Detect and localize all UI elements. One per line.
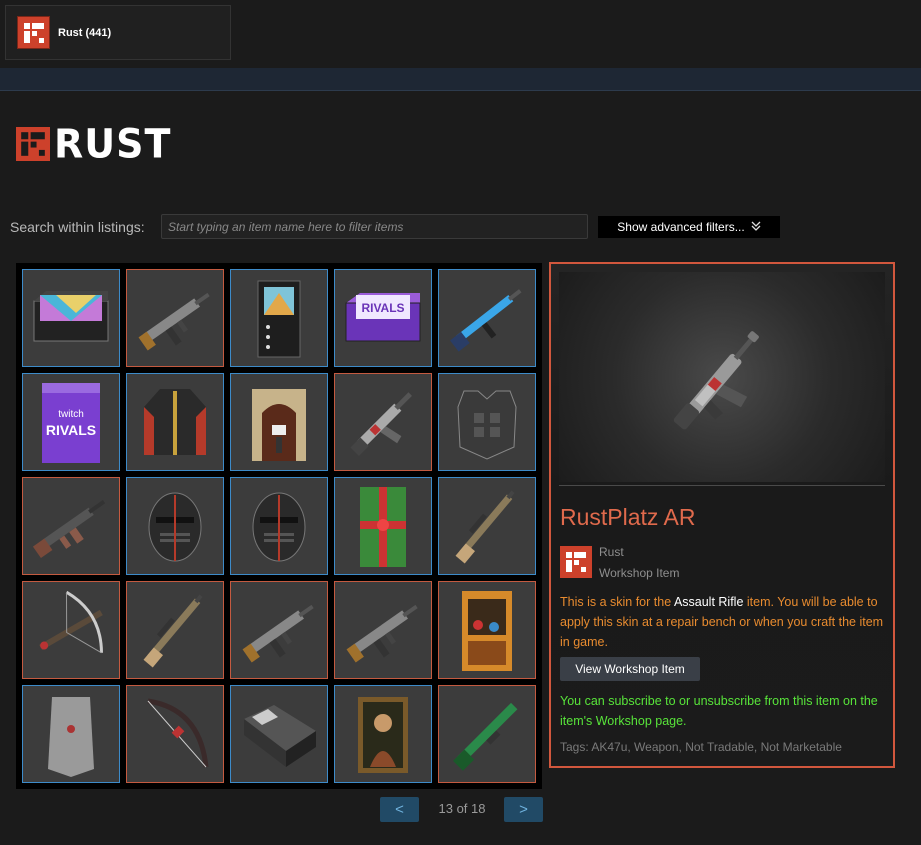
- inventory-item-18[interactable]: [230, 581, 328, 679]
- vending-machine-icon: [257, 280, 301, 358]
- inventory-item-17[interactable]: [126, 581, 224, 679]
- shotgun-icon: [453, 702, 518, 771]
- bolt-rifle-icon: [455, 490, 515, 564]
- advanced-filters-label: Show advanced filters...: [617, 220, 745, 234]
- bolt-rifle-icon: [143, 594, 203, 668]
- advanced-filters-button[interactable]: Show advanced filters...: [598, 216, 780, 238]
- item-type: Workshop Item: [599, 566, 680, 580]
- inventory-item-20[interactable]: [438, 581, 536, 679]
- next-page-button[interactable]: >: [504, 797, 543, 822]
- pagination: < 13 of 18 >: [380, 797, 543, 822]
- arch-door-icon: [252, 389, 306, 461]
- inventory-item-12[interactable]: [126, 477, 224, 575]
- divider: [559, 485, 885, 486]
- storage-box-icon: [33, 291, 109, 342]
- painting-icon: [358, 697, 408, 773]
- game-tab-label: Rust (441): [58, 26, 112, 39]
- item-preview-image: [559, 272, 885, 482]
- inventory-item-13[interactable]: [230, 477, 328, 575]
- gift-door-icon: [360, 487, 406, 567]
- inventory-item-5[interactable]: [438, 269, 536, 367]
- inventory-item-21[interactable]: [22, 685, 120, 783]
- inventory-item-8[interactable]: [230, 373, 328, 471]
- inventory-item-22[interactable]: [126, 685, 224, 783]
- assault-rifle-preview-icon: [673, 331, 759, 430]
- bow-icon: [147, 698, 209, 768]
- inventory-item-11[interactable]: [22, 477, 120, 575]
- smg-icon: [242, 604, 314, 663]
- page-indicator: 13 of 18: [438, 801, 486, 816]
- desc-prefix: This is a skin for the: [560, 595, 674, 609]
- claw-machine-icon: [462, 591, 512, 671]
- item-title: RustPlatz AR: [560, 504, 696, 530]
- rivals-box-icon: RIVALS: [345, 293, 421, 342]
- desc-item-name: Assault Rifle: [673, 595, 744, 609]
- inventory-item-25[interactable]: [438, 685, 536, 783]
- double-chevron-down-icon: [751, 220, 761, 234]
- jacket-icon: [144, 389, 206, 455]
- rust-game-icon: [17, 16, 50, 49]
- rust-logo: RUST: [16, 120, 172, 168]
- inventory-item-10[interactable]: [438, 373, 536, 471]
- rust-logo-text: RUST: [54, 120, 172, 168]
- inventory-item-2[interactable]: [126, 269, 224, 367]
- metal-facemask-icon: [252, 492, 306, 562]
- item-detail-panel: RustPlatz AR Rust Workshop Item This is …: [549, 262, 895, 768]
- cloth-sheet-icon: [48, 697, 94, 777]
- inventory-item-9[interactable]: [334, 373, 432, 471]
- game-tab-rust[interactable]: Rust (441): [5, 5, 231, 60]
- search-input[interactable]: Start typing an item name here to filter…: [161, 214, 588, 239]
- view-workshop-item-button[interactable]: View Workshop Item: [560, 657, 700, 681]
- twitch-rivals-banner-icon: twitch RIVALS: [42, 383, 100, 463]
- item-game-name: Rust: [599, 545, 624, 559]
- assault-rifle-icon: [350, 392, 412, 456]
- search-label: Search within listings:: [10, 219, 145, 235]
- item-description: This is a skin for the Assault Rifle ite…: [560, 592, 890, 652]
- svg-text:RIVALS: RIVALS: [361, 301, 404, 315]
- smg-icon: [346, 604, 418, 663]
- rust-logo-mark-icon: [16, 127, 50, 161]
- thompson-icon: [32, 500, 106, 559]
- svg-text:twitch: twitch: [58, 409, 84, 420]
- inventory-item-24[interactable]: [334, 685, 432, 783]
- inventory-item-16[interactable]: [22, 581, 120, 679]
- item-tags: Tags: AK47u, Weapon, Not Tradable, Not M…: [560, 740, 842, 754]
- inventory-item-14[interactable]: [334, 477, 432, 575]
- rifle-icon: [450, 289, 522, 352]
- prev-page-button[interactable]: <: [380, 797, 419, 822]
- rust-game-icon: [560, 546, 592, 578]
- svg-text:RIVALS: RIVALS: [46, 422, 96, 438]
- subscribe-note: You can subscribe to or unsubscribe from…: [560, 694, 878, 728]
- inventory-item-3[interactable]: [230, 269, 328, 367]
- inventory-item-1[interactable]: [22, 269, 120, 367]
- nav-bar: [0, 68, 921, 91]
- smg-icon: [138, 292, 210, 351]
- inventory-item-23[interactable]: [230, 685, 328, 783]
- inventory-item-4[interactable]: RIVALS: [334, 269, 432, 367]
- metal-facemask-icon: [148, 492, 202, 562]
- inventory-item-6[interactable]: twitch RIVALS: [22, 373, 120, 471]
- chestplate-icon: [457, 390, 517, 460]
- bed-icon: [244, 705, 316, 767]
- inventory-item-15[interactable]: [438, 477, 536, 575]
- item-grid: RIVALS twitch RIVALS: [16, 263, 542, 789]
- inventory-item-7[interactable]: [126, 373, 224, 471]
- crossbow-icon: [39, 590, 103, 654]
- inventory-item-19[interactable]: [334, 581, 432, 679]
